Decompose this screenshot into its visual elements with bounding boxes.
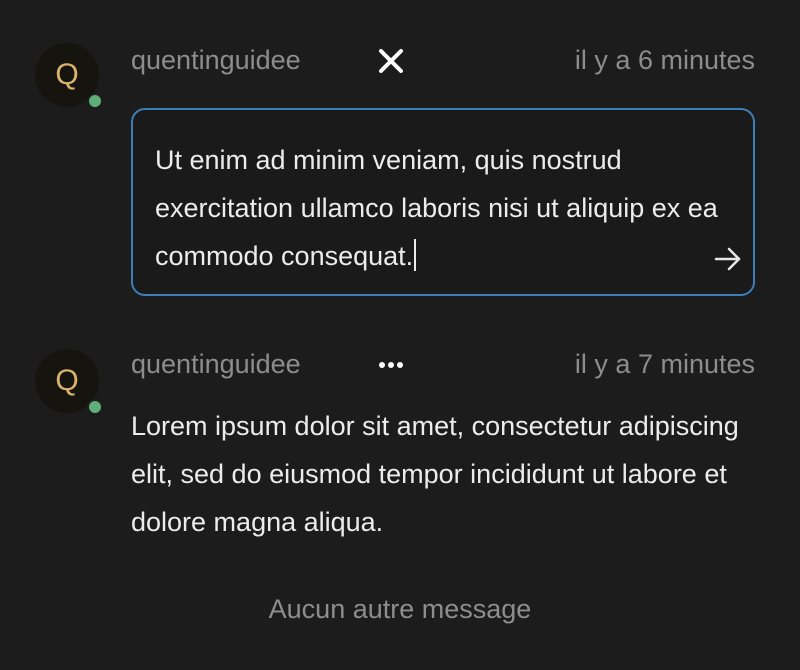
comment-timestamp: il y a 6 minutes bbox=[574, 45, 755, 75]
text-caret bbox=[414, 239, 417, 271]
online-status-dot bbox=[87, 93, 103, 109]
arrow-right-icon bbox=[714, 247, 741, 271]
avatar[interactable]: Q bbox=[35, 43, 103, 109]
close-icon bbox=[379, 49, 403, 73]
more-options-button[interactable] bbox=[372, 350, 412, 380]
comment-author[interactable]: quentinguidee bbox=[131, 349, 301, 380]
avatar-initial: Q bbox=[55, 364, 79, 397]
more-horizontal-icon bbox=[379, 362, 403, 368]
comment-edit-text[interactable]: Ut enim ad minim veniam, quis nostrud ex… bbox=[155, 136, 735, 280]
no-more-messages-label: Aucun autre message bbox=[268, 594, 532, 624]
close-edit-button[interactable] bbox=[373, 43, 409, 79]
comment-body: Lorem ipsum dolor sit amet, consectetur … bbox=[131, 411, 739, 537]
avatar[interactable]: Q bbox=[35, 349, 103, 415]
send-button[interactable] bbox=[711, 242, 745, 276]
comments-panel: Q quentinguidee il y a 6 minutes Ut enim… bbox=[0, 0, 800, 670]
comment-edit-field[interactable]: Ut enim ad minim veniam, quis nostrud ex… bbox=[131, 108, 755, 296]
comment-author[interactable]: quentinguidee bbox=[131, 45, 301, 76]
comment-timestamp: il y a 7 minutes bbox=[574, 349, 755, 379]
draft-text: Ut enim ad minim veniam, quis nostrud ex… bbox=[155, 145, 726, 271]
avatar-initial: Q bbox=[55, 58, 79, 91]
online-status-dot bbox=[87, 399, 103, 415]
